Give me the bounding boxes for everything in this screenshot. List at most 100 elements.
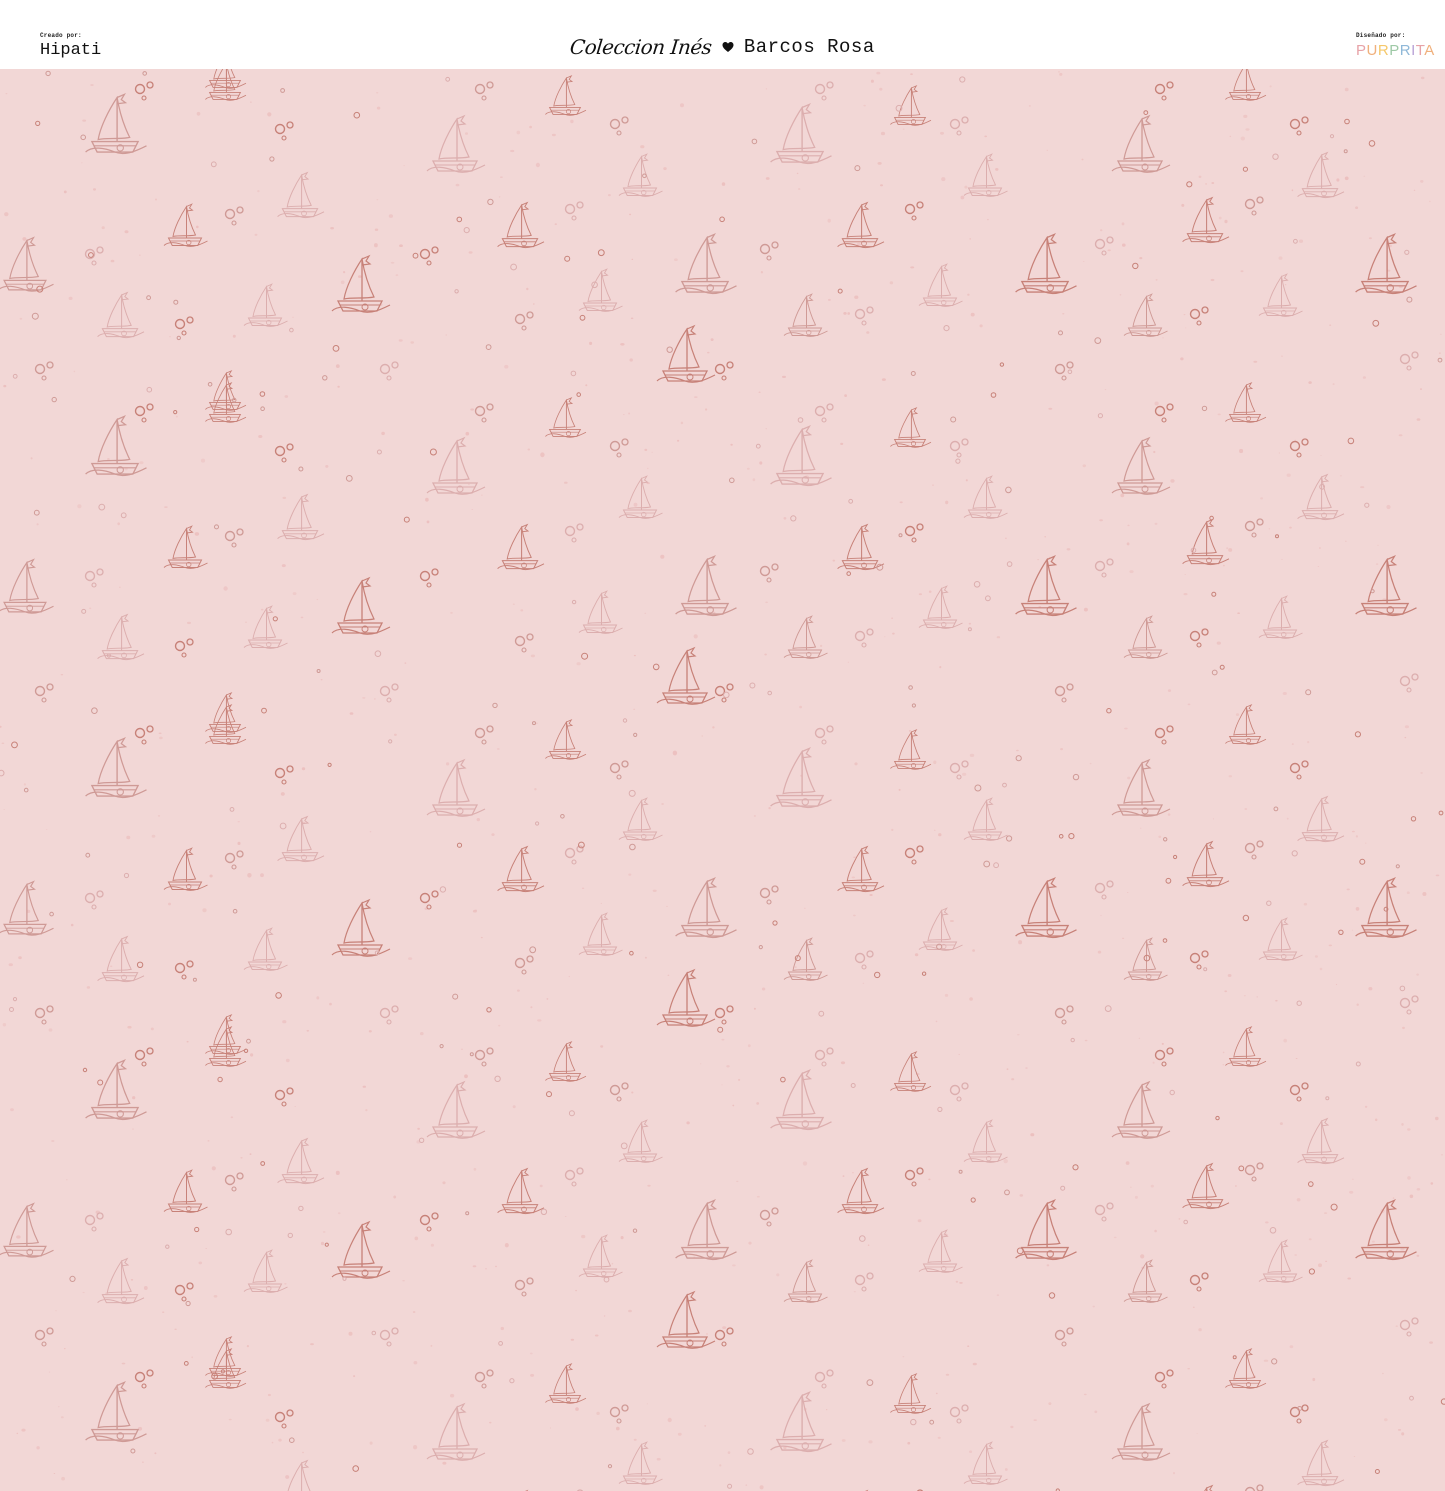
sailboat-icon [1111,759,1171,817]
bubbles-icon [514,955,534,975]
bubbles-icon [714,1327,734,1347]
bubbles-icon [174,1282,194,1302]
bubbles-icon [514,311,534,331]
bubbles-icon [474,403,494,423]
bubbles-icon [854,306,874,326]
sailboat-icon [1354,233,1418,295]
sailboat-icon [1297,1440,1345,1487]
bubbles-icon [1244,196,1264,216]
sailboat-icon [204,692,247,733]
sailboat-icon [163,1169,208,1213]
bubbles-icon [134,1047,154,1067]
sailboat-icon [1111,115,1171,173]
sailboat-icon [426,1403,486,1461]
sailboat-pattern [0,69,1445,1491]
sailboat-icon [1182,1485,1230,1491]
bubbles-icon [174,960,194,980]
bubbles-icon [854,950,874,970]
sailboat-icon [426,1081,486,1139]
sailboat-icon [497,846,545,893]
bubbles-icon [1289,116,1309,136]
logo-letter: P [1356,42,1367,59]
sailboat-icon [578,590,623,634]
sailboat-icon [0,559,55,614]
sailboat-icon [769,747,833,809]
designer-block: Diseñado por: PURPRITA [1356,32,1435,60]
sailboat-icon [1297,474,1345,521]
sailboat-icon [277,172,325,219]
sailboat-icon [277,494,325,541]
sailboat-icon [963,153,1008,197]
bubbles-icon [274,443,294,463]
sailboat-icon [656,325,716,383]
bubbles-icon [814,81,834,101]
sailboat-icon [1123,937,1168,981]
sailboat-icon [783,293,828,337]
bubbles-icon [134,403,154,423]
sailboat-icon [837,846,885,893]
sailboat-icon [277,1460,325,1491]
bubbles-icon [1189,306,1209,326]
bubbles-icon [1154,1369,1174,1389]
bubbles-icon [609,1082,629,1102]
sailboat-icon [656,647,716,705]
sailboat-icon [1111,1081,1171,1139]
bubbles-icon [759,1207,779,1227]
logo-letter: R [1399,42,1412,59]
sailboat-icon [783,937,828,981]
sailboat-icon [1123,1259,1168,1303]
sailboat-icon [618,475,663,519]
sailboat-icon [331,1221,391,1279]
sailboat-icon [1182,197,1230,244]
bubbles-icon [949,1404,969,1424]
sailboat-icon [544,397,587,438]
sailboat-icon [918,263,963,307]
bubbles-icon [474,1369,494,1389]
sailboat-icon [84,415,148,477]
bubbles-icon [84,890,104,910]
sailboat-icon [578,912,623,956]
bubbles-icon [609,438,629,458]
bubbles-icon [34,1005,54,1025]
sailboat-icon [497,202,545,249]
sailboat-icon [544,1363,587,1404]
bubbles-icon [564,523,584,543]
bubbles-icon [274,1409,294,1429]
bubbles-icon [1054,361,1074,381]
sailboat-icon [963,1119,1008,1163]
sailboat-icon [1111,1403,1171,1461]
sailboat-icon [1123,615,1168,659]
sailboat-icon [618,153,663,197]
bubbles-icon [904,845,924,865]
sailboat-icon [889,729,932,770]
bubbles-icon [34,1327,54,1347]
sailboat-icon [1014,877,1078,939]
bubbles-icon [379,683,399,703]
sailboat-icon [97,1258,145,1305]
bubbles-icon [274,765,294,785]
bubbles-icon [134,81,154,101]
sailboat-icon [769,103,833,165]
bubbles-icon [1289,1082,1309,1102]
sailboat-icon [84,93,148,155]
heart-icon [722,42,734,52]
sailboat-icon [837,202,885,249]
bubbles-icon [514,1277,534,1297]
sailboat-icon [656,969,716,1027]
sailboat-icon [769,425,833,487]
bubbles-icon [564,1167,584,1187]
bubbles-icon [609,1404,629,1424]
bubbles-icon [34,683,54,703]
bubbles-icon [134,725,154,745]
sailboat-icon [1354,877,1418,939]
sailboat-icon [84,1059,148,1121]
sailboat-icon [578,1234,623,1278]
bubbles-icon [84,246,104,266]
sailboat-icon [497,524,545,571]
bubbles-icon [854,1272,874,1292]
sailboat-icon [1354,1199,1418,1261]
bubbles-icon [1244,840,1264,860]
bubbles-icon [379,1005,399,1025]
sailboat-icon [277,1138,325,1185]
bubbles-icon [1189,950,1209,970]
